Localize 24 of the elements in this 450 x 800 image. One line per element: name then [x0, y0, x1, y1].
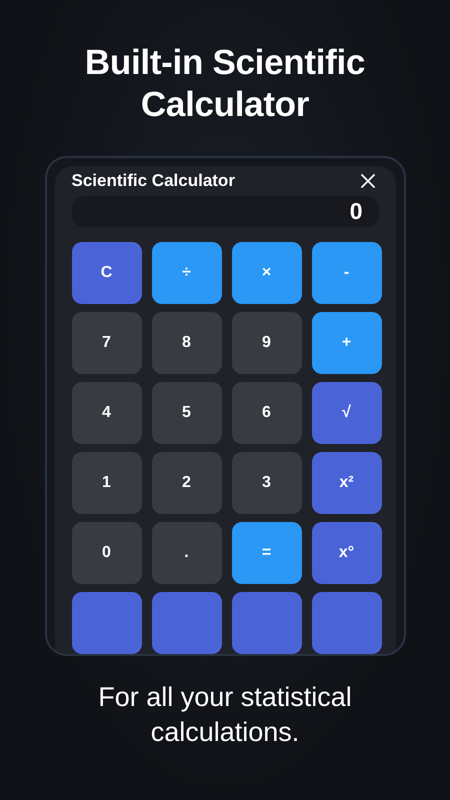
calculator-key[interactable]: .: [152, 522, 222, 584]
dialog-title: Scientific Calculator: [72, 170, 235, 191]
calculator-key[interactable]: 1: [72, 452, 142, 514]
close-icon: [360, 174, 374, 188]
calculator-key[interactable]: 5: [152, 382, 222, 444]
calculator-key[interactable]: [72, 592, 142, 654]
calculator-key[interactable]: [232, 592, 302, 654]
calculator-key[interactable]: 2: [152, 452, 222, 514]
calculator-key[interactable]: [312, 592, 382, 654]
calculator-key[interactable]: C: [72, 242, 142, 304]
display-field: 0: [72, 196, 378, 227]
calculator-key[interactable]: x°: [312, 522, 382, 584]
headline: Built-in Scientific Calculator: [84, 42, 366, 126]
calculator-key[interactable]: 7: [72, 312, 142, 374]
calculator-key[interactable]: 6: [232, 382, 302, 444]
calculator-key[interactable]: 9: [232, 312, 302, 374]
calculator-key[interactable]: 0: [72, 522, 142, 584]
calculator-key[interactable]: 8: [152, 312, 222, 374]
caption: For all your statistical calculations.: [97, 681, 353, 749]
calculator-key[interactable]: x²: [312, 452, 382, 514]
calculator-key[interactable]: √: [312, 382, 382, 444]
calculator-key[interactable]: 3: [232, 452, 302, 514]
calculator-key[interactable]: 4: [72, 382, 142, 444]
calculator-key[interactable]: [152, 592, 222, 654]
